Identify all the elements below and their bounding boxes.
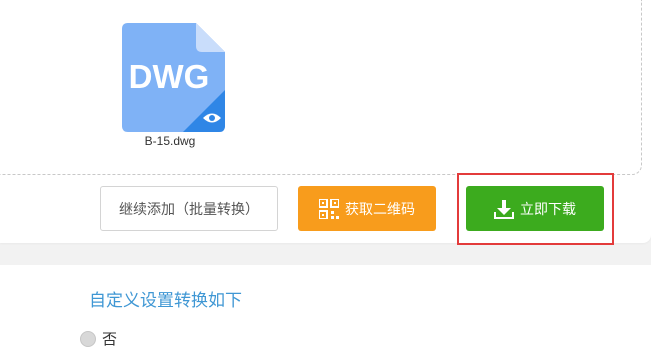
option-no-row[interactable]: 否 bbox=[80, 328, 117, 349]
option-no-label: 否 bbox=[102, 330, 118, 348]
get-qr-code-label: 获取二维码 bbox=[345, 201, 415, 218]
dwg-file-icon: DWG bbox=[122, 23, 225, 132]
option-no-radio[interactable] bbox=[80, 330, 96, 347]
file-dropzone[interactable] bbox=[0, 0, 642, 175]
add-more-button[interactable]: 继续添加（批量转换） bbox=[100, 186, 278, 231]
file-name: B-15.dwg bbox=[144, 134, 196, 148]
add-more-label: 继续添加（批量转换） bbox=[119, 201, 259, 218]
file-type-badge: DWG bbox=[129, 58, 210, 95]
download-highlight-box bbox=[457, 173, 614, 245]
qr-code-icon bbox=[319, 198, 339, 219]
get-qr-code-button[interactable]: 获取二维码 bbox=[298, 186, 436, 231]
settings-title: 自定义设置转换如下 bbox=[89, 291, 242, 311]
